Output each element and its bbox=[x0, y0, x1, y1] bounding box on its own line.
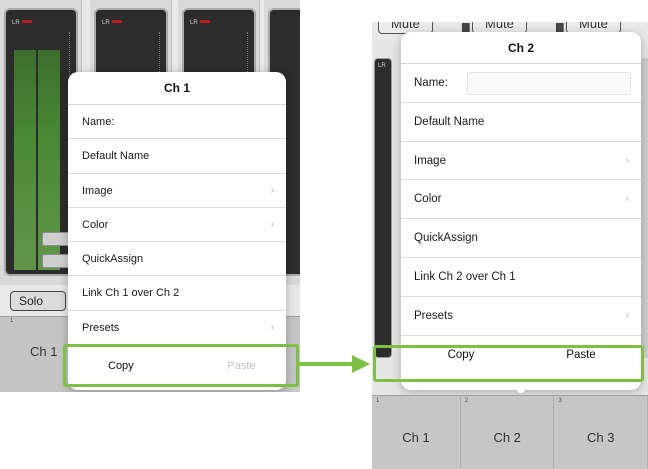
channel-name-label[interactable]: Ch 1 bbox=[30, 344, 57, 359]
menu-item-label: Name: bbox=[414, 77, 448, 89]
meter-lr-label: LR bbox=[190, 20, 198, 26]
popup-title: Ch 1 bbox=[68, 72, 286, 105]
menu-item-label: Link Ch 1 over Ch 2 bbox=[82, 287, 180, 300]
arrow-right-icon bbox=[352, 355, 370, 373]
arrow-line bbox=[299, 362, 355, 366]
copy-paste-highlight-box bbox=[373, 345, 644, 382]
menu-item-default-name[interactable]: Default Name bbox=[401, 103, 641, 142]
menu-item-label: Presets bbox=[414, 309, 453, 322]
channel-number: 1 bbox=[376, 398, 380, 404]
clip-indicator bbox=[112, 20, 122, 23]
screenshot-stage: LR LR LR 1 Ch 1 Solo Ch 1 Name: Default … bbox=[0, 0, 648, 469]
channel-name-label: Ch 1 bbox=[402, 430, 430, 445]
menu-item-quickassign[interactable]: QuickAssign bbox=[401, 219, 641, 258]
meter-lr-label: LR bbox=[378, 63, 386, 69]
channel-cell[interactable]: 3 Ch 3 bbox=[554, 396, 648, 469]
menu-item-label: Default Name bbox=[82, 150, 150, 163]
channel-name-label: Ch 2 bbox=[493, 430, 521, 445]
clip-indicator bbox=[200, 20, 210, 23]
menu-item-image[interactable]: Image › bbox=[68, 174, 286, 208]
channel-cell[interactable]: 1 Ch 1 bbox=[372, 396, 461, 469]
level-meter: LR bbox=[374, 58, 392, 358]
menu-item-color[interactable]: Color › bbox=[401, 180, 641, 220]
channel-options-popup: Ch 1 Name: Default Name Image › Color › Qu… bbox=[68, 72, 286, 390]
menu-item-link[interactable]: Link Ch 2 over Ch 1 bbox=[401, 258, 641, 297]
menu-item-label: Presets bbox=[82, 321, 120, 334]
chevron-right-icon: › bbox=[270, 321, 274, 333]
menu-item-label: Color bbox=[82, 218, 109, 231]
solo-button[interactable]: Solo bbox=[10, 291, 66, 311]
meter-lr-label: LR bbox=[102, 20, 110, 26]
menu-item-image[interactable]: Image › bbox=[401, 142, 641, 181]
name-input[interactable] bbox=[467, 72, 631, 95]
menu-item-color[interactable]: Color › bbox=[68, 208, 286, 243]
menu-item-presets[interactable]: Presets › bbox=[401, 297, 641, 336]
chevron-right-icon: › bbox=[270, 184, 274, 196]
chevron-right-icon: › bbox=[625, 193, 629, 205]
copy-highlight-box bbox=[63, 344, 299, 387]
menu-item-link[interactable]: Link Ch 1 over Ch 2 bbox=[68, 276, 286, 311]
menu-item-label: Name: bbox=[82, 116, 115, 128]
channel-number: 1 bbox=[10, 318, 14, 324]
channel-number: 3 bbox=[558, 398, 562, 404]
channel-cell[interactable]: 2 Ch 2 bbox=[461, 396, 555, 469]
left-mixer-view: LR LR LR 1 Ch 1 Solo Ch 1 Name: Default … bbox=[0, 0, 300, 392]
menu-item-name[interactable]: Name: bbox=[401, 64, 641, 103]
channel-options-popup: Ch 2 Name: Default Name Image › Color › Qu… bbox=[401, 32, 641, 390]
menu-item-quickassign[interactable]: QuickAssign bbox=[68, 242, 286, 277]
menu-item-label: QuickAssign bbox=[82, 253, 144, 266]
menu-item-name[interactable]: Name: bbox=[68, 105, 286, 140]
menu-item-label: Image bbox=[82, 184, 113, 197]
menu-item-default-name[interactable]: Default Name bbox=[68, 139, 286, 174]
menu-item-label: Color bbox=[414, 193, 442, 206]
meter-lr-label: LR bbox=[12, 20, 20, 26]
chevron-right-icon: › bbox=[625, 154, 629, 166]
selection-indicator bbox=[517, 387, 525, 393]
menu-item-presets[interactable]: Presets › bbox=[68, 311, 286, 346]
clip-indicator bbox=[22, 20, 32, 23]
right-mixer-view: Mute ▐▌ Mute ▐▌ Mute LR Ch 2 Name: Defau… bbox=[372, 22, 648, 469]
menu-item-label: Image bbox=[414, 154, 446, 167]
channel-name-label: Ch 3 bbox=[587, 430, 615, 445]
menu-item-label: QuickAssign bbox=[414, 232, 478, 245]
channel-number: 2 bbox=[464, 398, 469, 404]
chevron-right-icon: › bbox=[625, 309, 629, 321]
menu-item-label: Link Ch 2 over Ch 1 bbox=[414, 270, 516, 283]
channel-name-strip: 1 Ch 1 2 Ch 2 3 Ch 3 bbox=[372, 395, 648, 469]
chevron-right-icon: › bbox=[270, 218, 274, 230]
popup-title: Ch 2 bbox=[401, 32, 641, 64]
menu-item-label: Default Name bbox=[414, 115, 485, 128]
meter-bar-left bbox=[14, 50, 36, 270]
